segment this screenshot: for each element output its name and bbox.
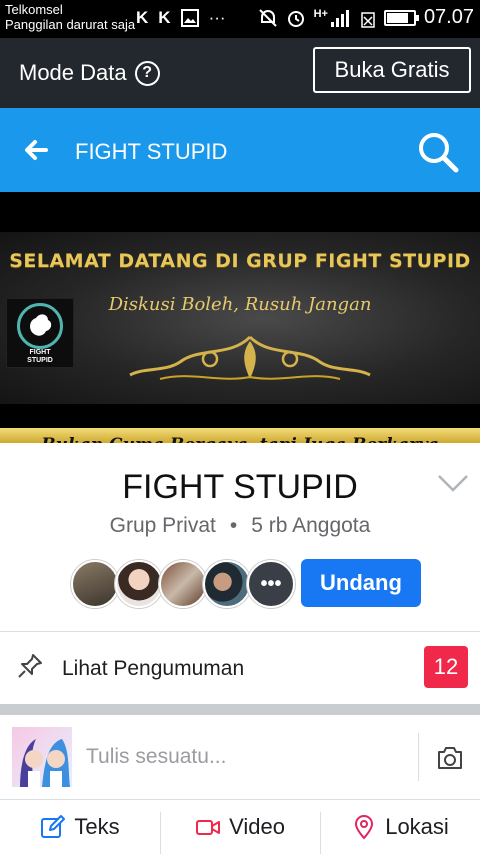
avatar-illustration	[20, 739, 70, 787]
help-icon[interactable]: ?	[134, 60, 160, 86]
logo-emblem	[17, 303, 63, 349]
notification-k-icon: K	[136, 8, 149, 27]
signal-type: H+	[313, 7, 328, 20]
data-mode-label[interactable]: Mode Data ?	[19, 60, 160, 86]
group-privacy: Grup Privat	[109, 514, 216, 537]
data-mode-text: Mode Data	[19, 60, 127, 85]
carrier-info: Telkomsel Panggilan darurat saja	[5, 2, 135, 32]
pin-icon	[18, 654, 42, 678]
composer-actions: Teks Video Lokasi	[0, 800, 480, 854]
logo-text-line2: STUPID	[27, 357, 53, 364]
edit-icon	[41, 815, 66, 838]
video-icon	[196, 820, 221, 835]
group-meta: Grup Privat • 5 rb Anggota	[0, 514, 480, 538]
status-bar: Telkomsel Panggilan darurat saja K K ···…	[0, 0, 480, 38]
gallery-icon	[180, 9, 199, 27]
avatar[interactable]	[159, 560, 207, 608]
announcements-label: Lihat Pengumuman	[62, 657, 245, 680]
signal-icon	[330, 9, 349, 27]
video-post-label: Video	[229, 814, 285, 839]
open-free-button[interactable]: Buka Gratis	[313, 47, 471, 93]
no-sim-icon	[361, 11, 375, 28]
data-mode-bar: Mode Data ? Buka Gratis	[0, 38, 480, 108]
write-something-input[interactable]: Tulis sesuatu...	[86, 745, 226, 769]
text-post-button[interactable]: Teks	[0, 800, 160, 854]
chevron-down-icon[interactable]	[437, 472, 469, 494]
logo-text: FIGHT STUPID	[7, 349, 73, 365]
ornament-decoration	[129, 335, 371, 380]
text-post-label: Teks	[74, 814, 120, 839]
brain-icon	[30, 314, 52, 336]
announcements-row[interactable]: Lihat Pengumuman 12	[0, 632, 480, 704]
group-logo: FIGHT STUPID	[6, 298, 74, 368]
location-post-button[interactable]: Lokasi	[320, 800, 480, 854]
search-icon[interactable]	[416, 130, 460, 174]
announcement-count-badge: 12	[424, 646, 468, 688]
back-arrow-icon[interactable]	[22, 136, 50, 164]
more-members-icon[interactable]: •••	[247, 560, 295, 608]
group-header: FIGHT STUPID	[0, 108, 480, 192]
video-post-button[interactable]: Video	[160, 800, 320, 854]
emergency-note: Panggilan darurat saja	[5, 17, 136, 32]
cover-ribbon: Bukan Cuma Bergaya, tapi Juga Berkarya	[0, 428, 480, 443]
battery-icon	[383, 9, 419, 26]
system-status: H+ 07.07	[258, 6, 474, 29]
clock: 07.07	[423, 6, 474, 28]
section-separator	[0, 704, 480, 715]
avatar[interactable]	[71, 560, 119, 608]
carrier-name: Telkomsel	[5, 2, 63, 17]
cover-banner: SELAMAT DATANG DI GRUP FIGHT STUPID Disk…	[0, 232, 480, 443]
meta-separator: •	[229, 514, 238, 537]
invite-button[interactable]: Undang	[301, 559, 421, 607]
logo-text-line1: FIGHT	[29, 349, 51, 356]
cover-photo[interactable]: SELAMAT DATANG DI GRUP FIGHT STUPID Disk…	[0, 192, 480, 443]
avatar[interactable]	[203, 560, 251, 608]
member-count[interactable]: 5 rb Anggota	[251, 514, 370, 537]
divider	[418, 733, 419, 781]
more-notifications-icon: ···	[208, 8, 226, 27]
cover-headline: SELAMAT DATANG DI GRUP FIGHT STUPID	[9, 250, 471, 272]
location-post-label: Lokasi	[385, 814, 449, 839]
mute-icon	[258, 8, 277, 27]
location-pin-icon	[355, 815, 374, 840]
avatar[interactable]	[115, 560, 163, 608]
post-composer: Tulis sesuatu...	[0, 715, 480, 799]
header-title: FIGHT STUPID	[75, 139, 228, 164]
notification-k-icon: K	[158, 8, 171, 27]
user-avatar[interactable]	[12, 727, 72, 787]
notification-icons: K K ···	[136, 8, 226, 28]
member-avatars[interactable]: •••	[71, 560, 295, 608]
camera-icon[interactable]	[436, 745, 464, 771]
group-name: FIGHT STUPID	[122, 468, 358, 506]
alarm-icon	[287, 10, 304, 27]
